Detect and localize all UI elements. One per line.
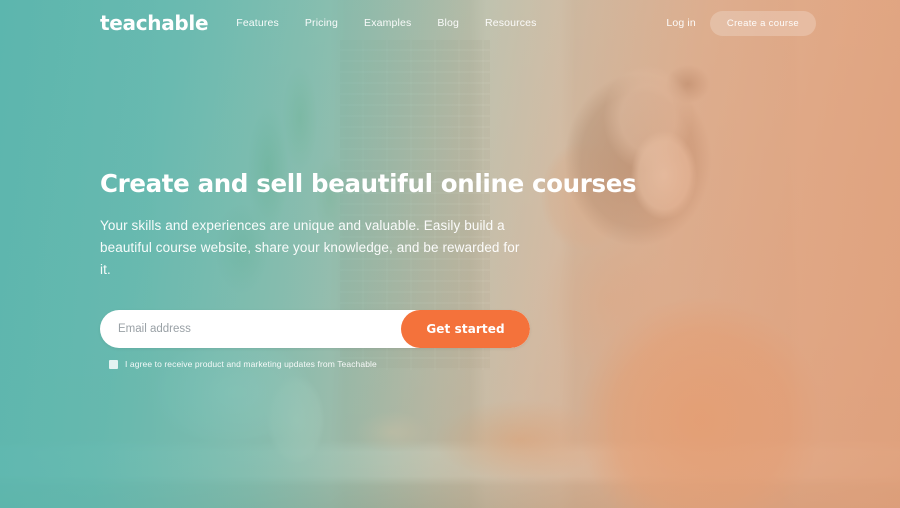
hero-content: Create and sell beautiful online courses… [100,169,637,369]
nav-item-pricing[interactable]: Pricing [305,17,338,29]
primary-nav: Features Pricing Examples Blog Resources [236,17,536,29]
get-started-button[interactable]: Get started [401,310,530,349]
consent-row: I agree to receive product and marketing… [100,359,570,369]
teachable-logo[interactable]: teachable [100,13,209,33]
nav-item-features[interactable]: Features [236,17,279,29]
nav-item-examples[interactable]: Examples [364,17,411,29]
page-title: Create and sell beautiful online courses [100,169,637,198]
login-link[interactable]: Log in [666,17,696,29]
marketing-consent-label: I agree to receive product and marketing… [125,359,377,370]
hero-subheading: Your skills and experiences are unique a… [100,217,520,277]
nav-item-blog[interactable]: Blog [437,17,459,29]
hero-section: teachable Features Pricing Examples Blog… [0,0,900,508]
create-a-course-button[interactable]: Create a course [709,10,816,36]
signup-form: Get started [100,310,530,349]
email-input[interactable] [100,310,401,349]
marketing-consent-checkbox[interactable] [109,359,118,369]
header-actions: Log in Create a course [666,10,816,36]
nav-item-resources[interactable]: Resources [485,17,537,29]
site-header: teachable Features Pricing Examples Blog… [0,0,900,46]
